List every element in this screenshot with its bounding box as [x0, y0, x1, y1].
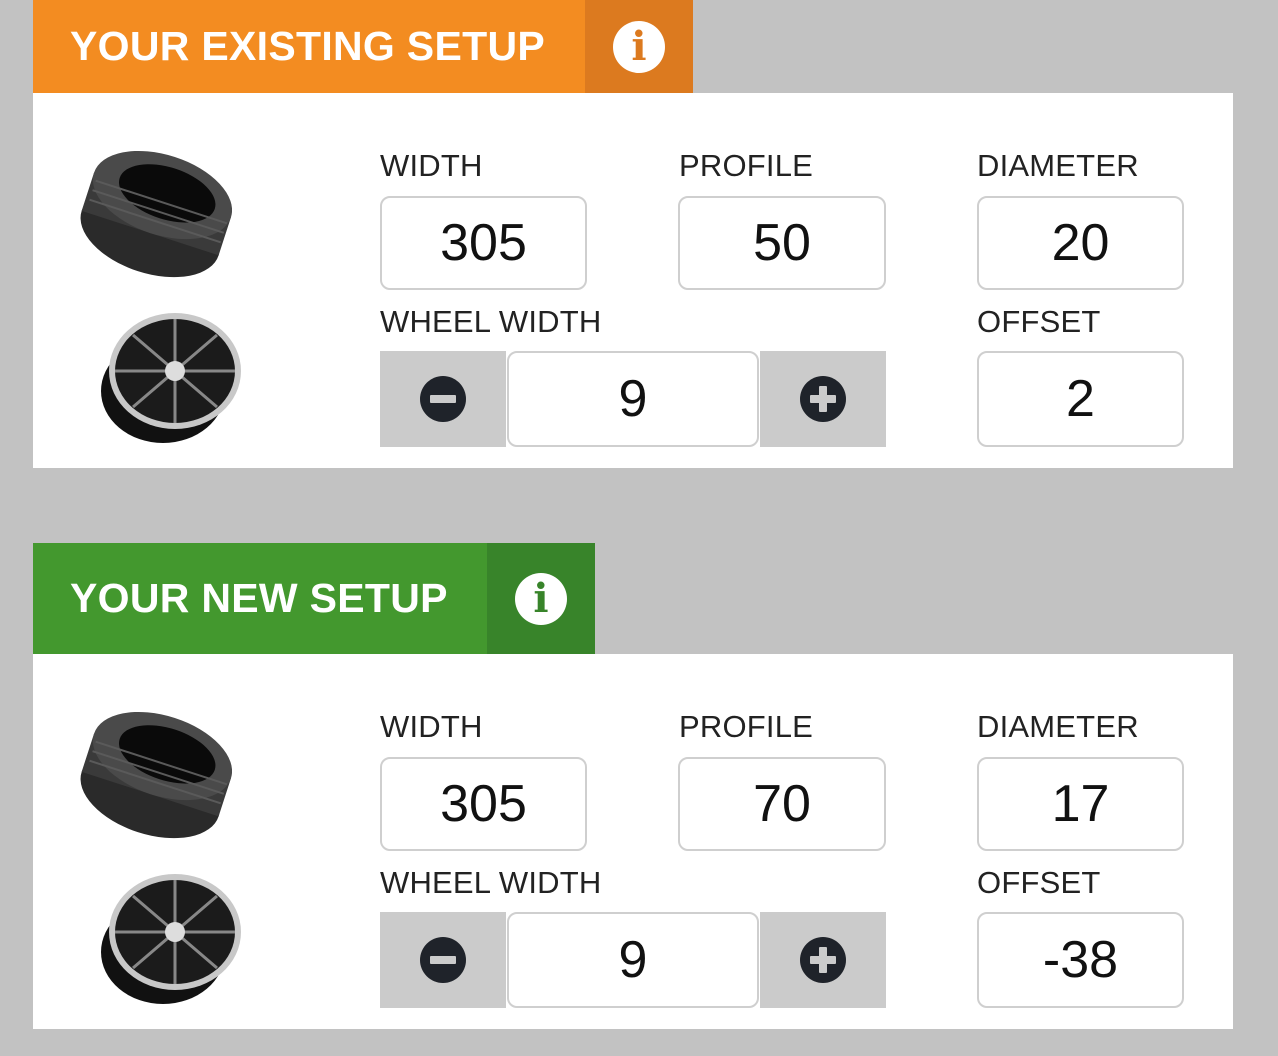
- wheel-width-label: WHEEL WIDTH: [380, 865, 602, 900]
- wheel-icon: [101, 874, 241, 1004]
- width-label: WIDTH: [380, 148, 483, 183]
- minus-circle-icon: [420, 376, 466, 422]
- offset-label: OFFSET: [977, 865, 1101, 900]
- wheel-icon: [101, 313, 241, 443]
- existing-setup-title: YOUR EXISTING SETUP: [33, 0, 585, 93]
- wheel-width-input[interactable]: 9: [507, 351, 759, 447]
- new-setup-section: YOUR NEW SETUP i WIDTH PROFILE DIAMETER …: [33, 543, 1233, 1029]
- existing-setup-panel: WIDTH PROFILE DIAMETER 305 50 20 WHEEL W…: [33, 93, 1233, 468]
- wheel-width-input[interactable]: 9: [507, 912, 759, 1008]
- width-input[interactable]: 305: [380, 196, 587, 290]
- offset-input[interactable]: 2: [977, 351, 1184, 447]
- tire-icon: [80, 711, 232, 839]
- info-icon: i: [613, 20, 665, 73]
- existing-info-button[interactable]: i: [585, 0, 693, 93]
- diameter-label: DIAMETER: [977, 709, 1139, 744]
- offset-label: OFFSET: [977, 304, 1101, 339]
- tire-icon: [80, 150, 232, 278]
- new-setup-panel: WIDTH PROFILE DIAMETER 305 70 17 WHEEL W…: [33, 654, 1233, 1029]
- new-setup-header: YOUR NEW SETUP i: [33, 543, 1233, 654]
- profile-label: PROFILE: [679, 709, 814, 744]
- width-label: WIDTH: [380, 709, 483, 744]
- offset-input[interactable]: -38: [977, 912, 1184, 1008]
- plus-circle-icon: [800, 376, 846, 422]
- width-input[interactable]: 305: [380, 757, 587, 851]
- wheel-width-label: WHEEL WIDTH: [380, 304, 602, 339]
- diameter-input[interactable]: 17: [977, 757, 1184, 851]
- diameter-input[interactable]: 20: [977, 196, 1184, 290]
- wheel-width-increment-button[interactable]: [760, 351, 886, 447]
- profile-label: PROFILE: [679, 148, 814, 183]
- profile-input[interactable]: 70: [678, 757, 886, 851]
- info-icon: i: [515, 572, 567, 625]
- plus-circle-icon: [800, 937, 846, 983]
- diameter-label: DIAMETER: [977, 148, 1139, 183]
- new-info-button[interactable]: i: [487, 543, 595, 654]
- profile-input[interactable]: 50: [678, 196, 886, 290]
- existing-setup-section: YOUR EXISTING SETUP i WIDTH PROFILE DIAM…: [33, 0, 1233, 468]
- minus-circle-icon: [420, 937, 466, 983]
- wheel-width-decrement-button[interactable]: [380, 351, 506, 447]
- existing-setup-header: YOUR EXISTING SETUP i: [33, 0, 1233, 93]
- wheel-width-increment-button[interactable]: [760, 912, 886, 1008]
- wheel-width-decrement-button[interactable]: [380, 912, 506, 1008]
- new-setup-title: YOUR NEW SETUP: [33, 543, 487, 654]
